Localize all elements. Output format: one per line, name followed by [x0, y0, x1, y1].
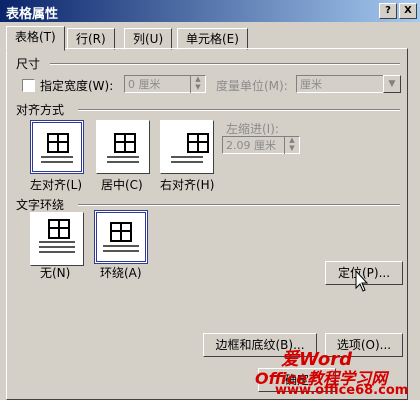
- help-button[interactable]: ?: [379, 3, 397, 19]
- table-wrap-icon: [110, 222, 132, 242]
- unit-value: 厘米: [300, 78, 322, 91]
- alignment-section-title: 对齐方式: [16, 103, 65, 117]
- wrapping-divider: [78, 204, 400, 206]
- watermark-url: www.office68.com: [275, 383, 409, 398]
- mouse-cursor-icon: [355, 270, 369, 292]
- window-title: 表格属性: [6, 7, 59, 22]
- table-right-icon: [187, 133, 209, 153]
- wrap-none-label: 无(N): [40, 266, 71, 280]
- table-center-icon: [114, 133, 136, 153]
- wrapping-section-title: 文字环绕: [16, 198, 65, 212]
- wrap-around-label: 环绕(A): [100, 266, 142, 280]
- table-left-icon: [47, 133, 69, 153]
- wrap-none-option[interactable]: [30, 212, 84, 266]
- align-left-option[interactable]: [30, 120, 84, 174]
- width-check-label: 指定宽度(W):: [40, 79, 114, 93]
- close-button[interactable]: X: [399, 3, 417, 19]
- indent-value: 2.09 厘米: [226, 139, 276, 152]
- indent-label: 左缩进(I):: [226, 122, 279, 136]
- title-bar: 表格属性 ? X: [0, 0, 420, 22]
- align-right-option[interactable]: [160, 120, 214, 174]
- tab-row[interactable]: 行(R): [67, 28, 115, 50]
- wrap-around-option[interactable]: [94, 210, 148, 264]
- width-value: 0 厘米: [128, 78, 161, 91]
- align-center-label: 居中(C): [101, 178, 143, 192]
- alignment-divider: [78, 109, 400, 111]
- unit-label: 度量单位(M):: [216, 79, 288, 93]
- width-spinner[interactable]: ▲ ▼: [190, 75, 205, 93]
- tab-table[interactable]: 表格(T): [6, 26, 65, 51]
- table-no-wrap-icon: [48, 219, 70, 239]
- indent-spinner[interactable]: ▲ ▼: [284, 136, 299, 154]
- chevron-down-icon[interactable]: ▼: [383, 75, 401, 93]
- align-center-option[interactable]: [96, 120, 150, 174]
- tab-cell[interactable]: 单元格(E): [177, 28, 248, 50]
- watermark-logo: 爱Word Office教程学习网 www.office68.com: [255, 345, 420, 400]
- size-section-title: 尺寸: [16, 57, 41, 71]
- size-divider: [50, 63, 400, 65]
- width-checkbox[interactable]: [22, 79, 35, 92]
- align-right-label: 右对齐(H): [160, 178, 215, 192]
- tab-column[interactable]: 列(U): [124, 28, 173, 50]
- align-left-label: 左对齐(L): [30, 178, 83, 192]
